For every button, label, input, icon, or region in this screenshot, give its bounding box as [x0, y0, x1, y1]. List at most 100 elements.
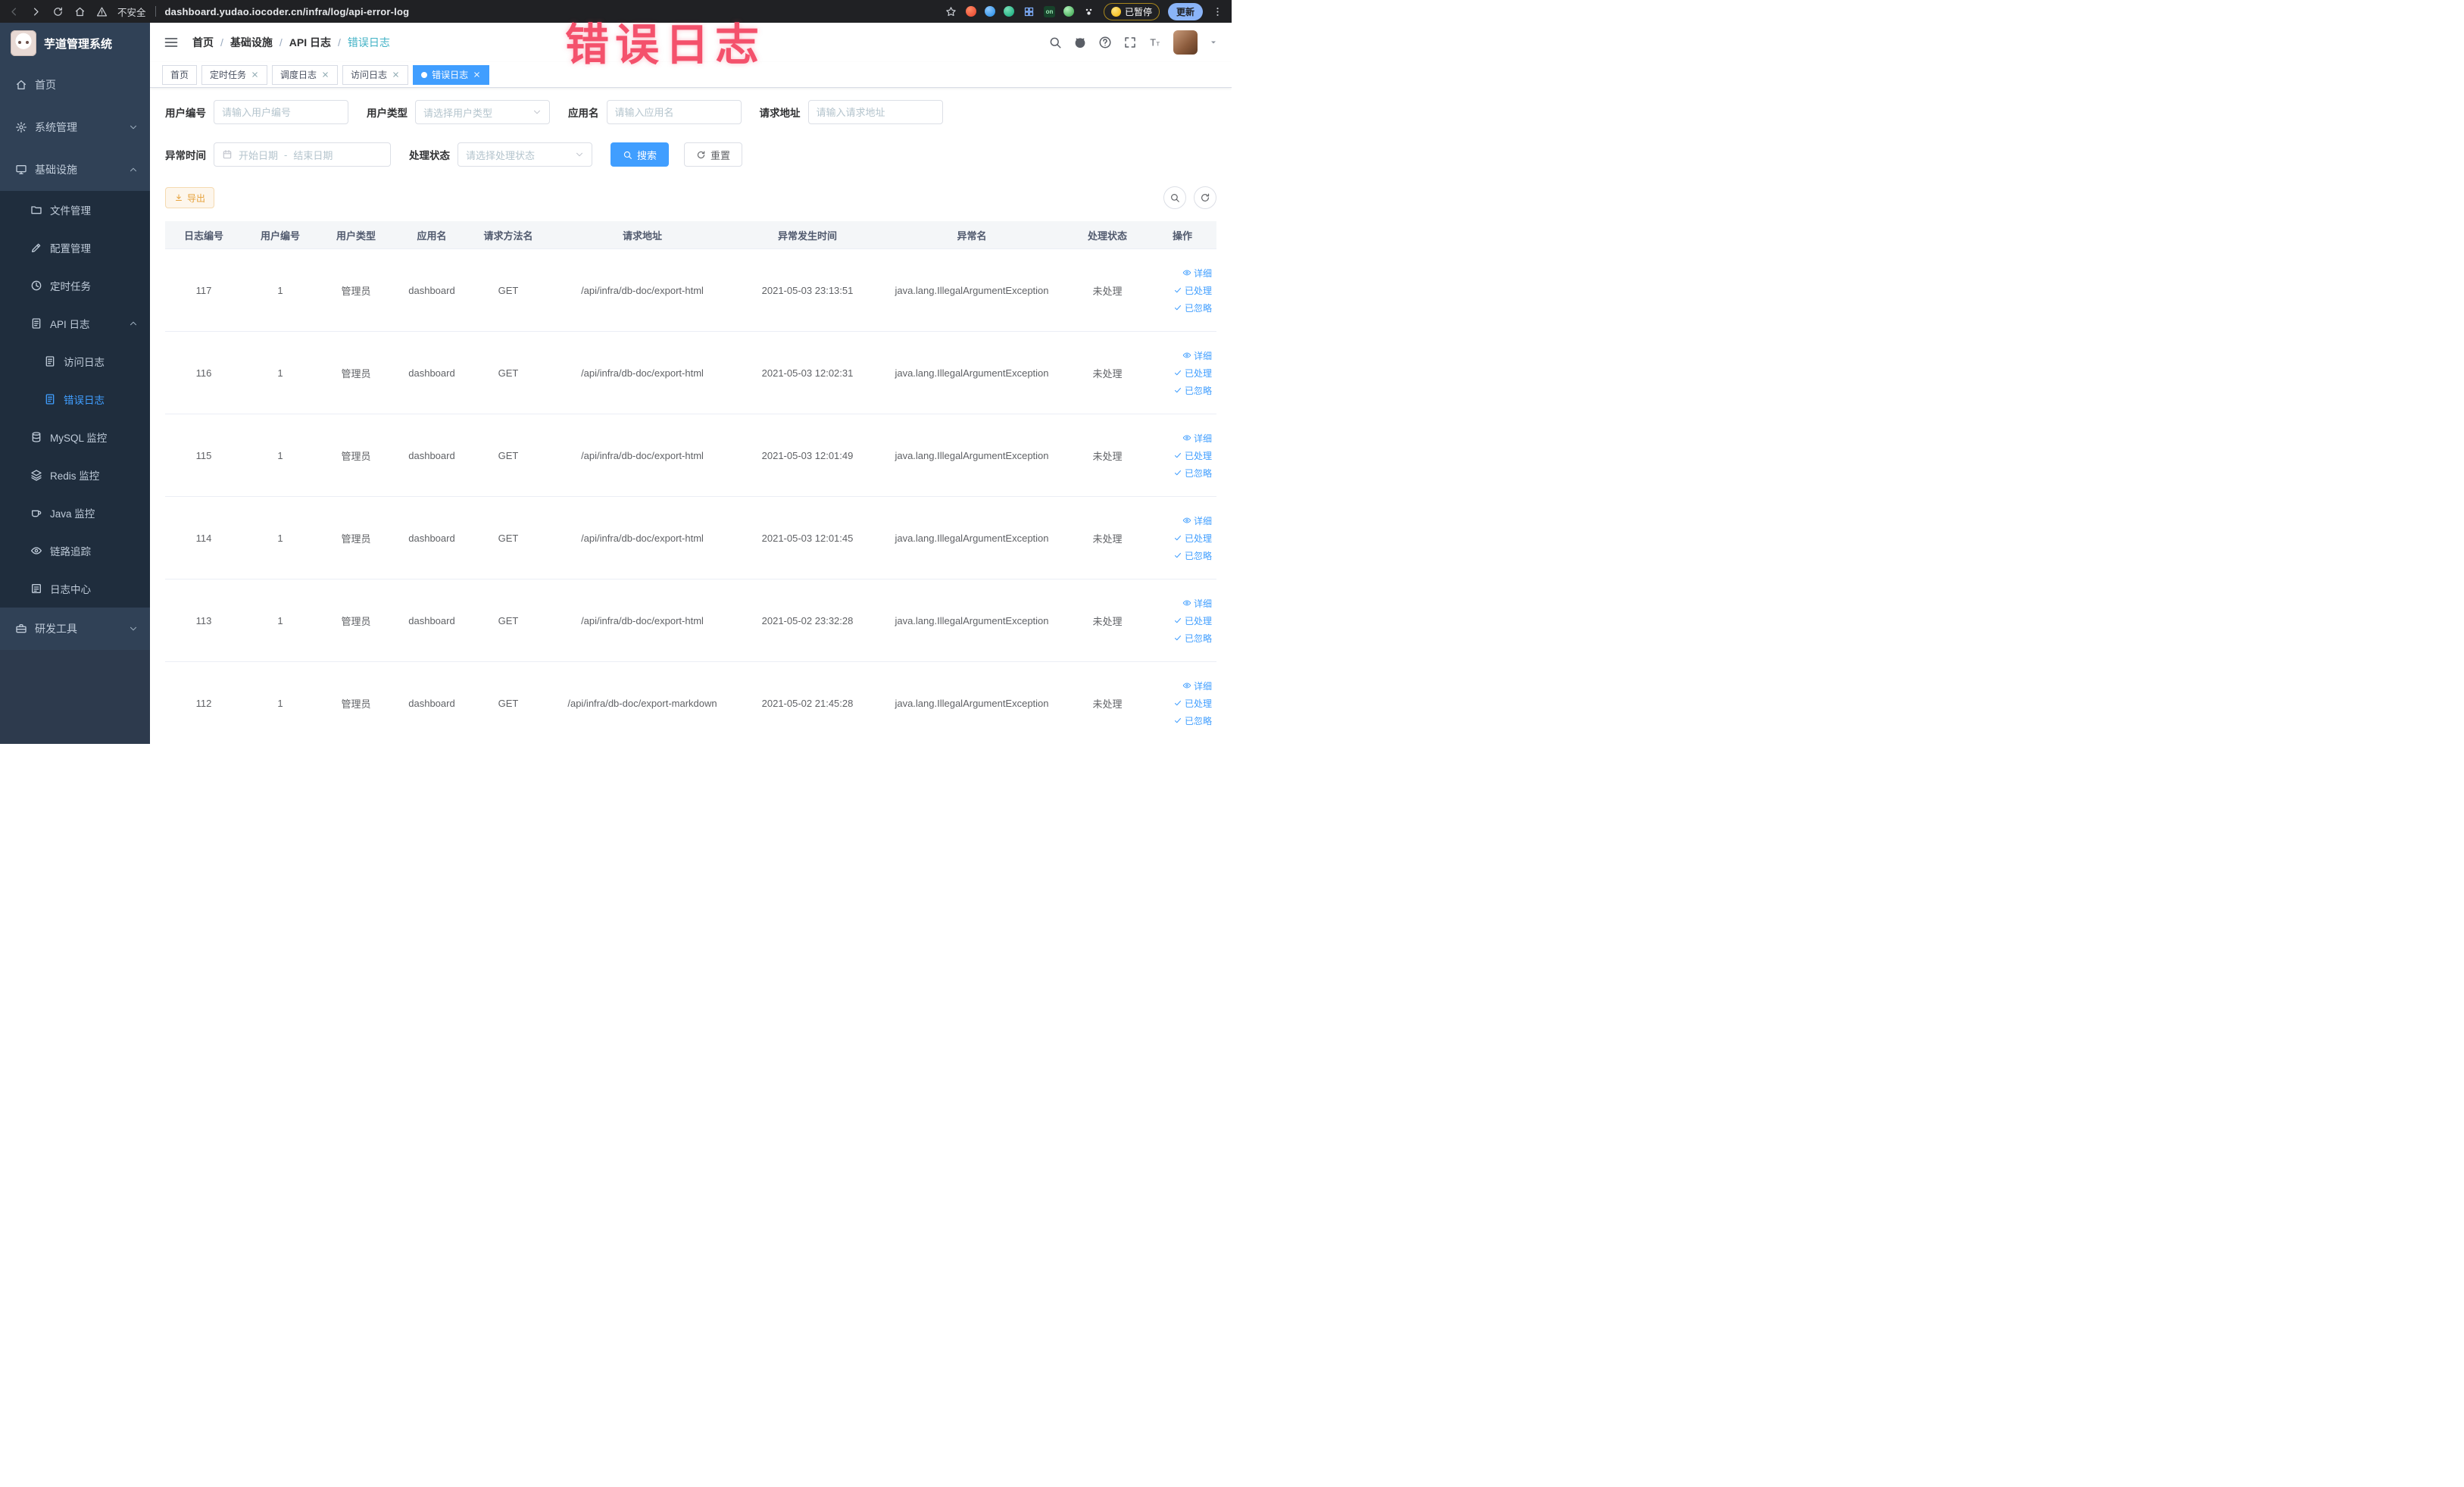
- forward-icon[interactable]: [30, 5, 42, 18]
- tab-home[interactable]: 首页: [162, 64, 198, 85]
- back-icon[interactable]: [8, 5, 20, 18]
- tab-job[interactable]: 定时任务: [201, 64, 268, 85]
- tab-label: 首页: [170, 70, 189, 80]
- security-label[interactable]: 不安全: [117, 5, 146, 19]
- sidebar-item-file[interactable]: 文件管理: [0, 191, 150, 229]
- ignored-link[interactable]: 已忽略: [1173, 549, 1212, 562]
- action-link-label: 已忽略: [1184, 385, 1212, 396]
- filter-process-status: 处理状态 请选择处理状态: [409, 142, 592, 167]
- clock-icon: [30, 280, 42, 292]
- search-icon[interactable]: [1048, 36, 1062, 49]
- app-name-input[interactable]: [614, 106, 733, 118]
- sidebar-item-mysql[interactable]: MySQL 监控: [0, 418, 150, 456]
- table-row[interactable]: 115 1 管理员 dashboard GET/api/infra/db-doc/exp…: [165, 414, 1216, 497]
- kebab-menu-icon[interactable]: [1211, 5, 1224, 18]
- browser-update-button[interactable]: 更新: [1167, 2, 1203, 20]
- refresh-button[interactable]: [1194, 186, 1216, 209]
- extension-paw-icon[interactable]: [1082, 5, 1095, 18]
- sidebar-item-config[interactable]: 配置管理: [0, 229, 150, 267]
- paused-badge[interactable]: 已暂停: [1103, 2, 1160, 20]
- ignored-link[interactable]: 已忽略: [1173, 632, 1212, 645]
- check-icon: [1173, 633, 1182, 642]
- close-icon[interactable]: [321, 70, 329, 79]
- breadcrumb-item-home[interactable]: 首页: [192, 35, 214, 50]
- extension-grid-icon[interactable]: [1023, 5, 1035, 18]
- close-icon[interactable]: [392, 70, 400, 79]
- address-url[interactable]: dashboard.yudao.iocoder.cn/infra/log/api…: [165, 6, 410, 17]
- check-icon: [1173, 551, 1182, 560]
- sidebar-item-home[interactable]: 首页: [0, 64, 150, 106]
- tab-access-log[interactable]: 访问日志: [342, 64, 409, 85]
- action-link-label: 已处理: [1184, 615, 1212, 626]
- sidebar-logo[interactable]: 芋道管理系统: [0, 23, 150, 64]
- detail-link[interactable]: 详细: [1182, 597, 1212, 610]
- table-row[interactable]: 114 1 管理员 dashboard GET/api/infra/db-doc/exp…: [165, 497, 1216, 579]
- request-url-input[interactable]: [816, 106, 935, 118]
- processed-link[interactable]: 已处理: [1173, 614, 1212, 627]
- help-icon[interactable]: [1098, 36, 1112, 49]
- table-row[interactable]: 112 1 管理员 dashboard GET/api/infra/db-doc/exp…: [165, 662, 1216, 744]
- ignored-link[interactable]: 已忽略: [1173, 384, 1212, 397]
- detail-link[interactable]: 详细: [1182, 679, 1212, 692]
- user-type-select[interactable]: 请选择用户类型: [415, 100, 550, 124]
- process-status-select[interactable]: 请选择处理状态: [458, 142, 592, 167]
- sidebar-item-access-log[interactable]: 访问日志: [0, 342, 150, 380]
- tab-schedule-log[interactable]: 调度日志: [272, 64, 339, 85]
- sidebar-item-infra[interactable]: 基础设施: [0, 148, 150, 191]
- detail-link[interactable]: 详细: [1182, 349, 1212, 362]
- app-shell: 芋道管理系统 首页 系统管理 基础设施 文件管理 配置管理 定时任务 API 日志 访问日志错…: [0, 23, 1232, 744]
- close-icon[interactable]: [251, 70, 259, 79]
- processed-link[interactable]: 已处理: [1173, 532, 1212, 545]
- reload-icon[interactable]: [52, 5, 64, 18]
- font-size-icon[interactable]: TT: [1148, 36, 1162, 49]
- processed-link[interactable]: 已处理: [1173, 697, 1212, 710]
- avatar-caret-down-icon[interactable]: [1209, 38, 1218, 47]
- search-button[interactable]: 搜索: [611, 142, 670, 167]
- ignored-link[interactable]: 已忽略: [1173, 301, 1212, 314]
- close-icon[interactable]: [473, 70, 481, 79]
- sidebar-item-dev-tools[interactable]: 研发工具: [0, 608, 150, 650]
- bookmark-star-icon[interactable]: [945, 5, 957, 18]
- home-icon[interactable]: [73, 5, 86, 18]
- table-row[interactable]: 116 1 管理员 dashboard GET/api/infra/db-doc/exp…: [165, 332, 1216, 414]
- detail-link[interactable]: 详细: [1182, 514, 1212, 527]
- processed-link[interactable]: 已处理: [1173, 367, 1212, 380]
- sidebar-item-api-log[interactable]: API 日志: [0, 305, 150, 342]
- fullscreen-icon[interactable]: [1123, 36, 1137, 49]
- detail-link[interactable]: 详细: [1182, 432, 1212, 445]
- sidebar-item-error-log[interactable]: 错误日志: [0, 380, 150, 418]
- export-button-label: 导出: [187, 192, 206, 204]
- breadcrumb-item-infra[interactable]: 基础设施: [230, 35, 273, 50]
- sidebar-item-system[interactable]: 系统管理: [0, 106, 150, 148]
- reset-button[interactable]: 重置: [684, 142, 743, 167]
- extension-red-icon[interactable]: [965, 6, 976, 17]
- ignored-link[interactable]: 已忽略: [1173, 714, 1212, 727]
- hide-search-button[interactable]: [1163, 186, 1186, 209]
- sidebar-item-trace[interactable]: 链路追踪: [0, 532, 150, 570]
- detail-link[interactable]: 详细: [1182, 267, 1212, 280]
- processed-link[interactable]: 已处理: [1173, 449, 1212, 462]
- date-range-picker[interactable]: 开始日期 - 结束日期: [214, 142, 391, 167]
- extension-on-badge-icon[interactable]: on: [1043, 5, 1055, 17]
- table-row[interactable]: 113 1 管理员 dashboard GET/api/infra/db-doc/exp…: [165, 579, 1216, 662]
- export-button[interactable]: 导出: [165, 187, 215, 208]
- breadcrumb-item-api-log[interactable]: API 日志: [289, 35, 331, 50]
- extension-green-icon[interactable]: [1003, 6, 1014, 17]
- sidebar-item-log-center[interactable]: 日志中心: [0, 570, 150, 608]
- github-icon[interactable]: [1073, 36, 1087, 49]
- ignored-link[interactable]: 已忽略: [1173, 467, 1212, 480]
- processed-link[interactable]: 已处理: [1173, 284, 1212, 297]
- select-chevron-down-icon: [575, 150, 584, 159]
- sidebar-item-redis[interactable]: Redis 监控: [0, 456, 150, 494]
- user-id-input[interactable]: [222, 106, 340, 118]
- sidebar-item-job[interactable]: 定时任务: [0, 267, 150, 305]
- table-row[interactable]: 117 1 管理员 dashboard GET/api/infra/db-doc/exp…: [165, 249, 1216, 332]
- search-button-icon: [623, 150, 632, 160]
- extension-leaf-icon[interactable]: [1063, 6, 1074, 17]
- hamburger-icon[interactable]: [164, 35, 179, 50]
- action-link-label: 已处理: [1184, 450, 1212, 461]
- extension-blue-drop-icon[interactable]: [984, 6, 995, 17]
- sidebar-item-java[interactable]: Java 监控: [0, 494, 150, 532]
- user-avatar[interactable]: [1173, 30, 1198, 55]
- tab-error-log[interactable]: 错误日志: [413, 64, 490, 85]
